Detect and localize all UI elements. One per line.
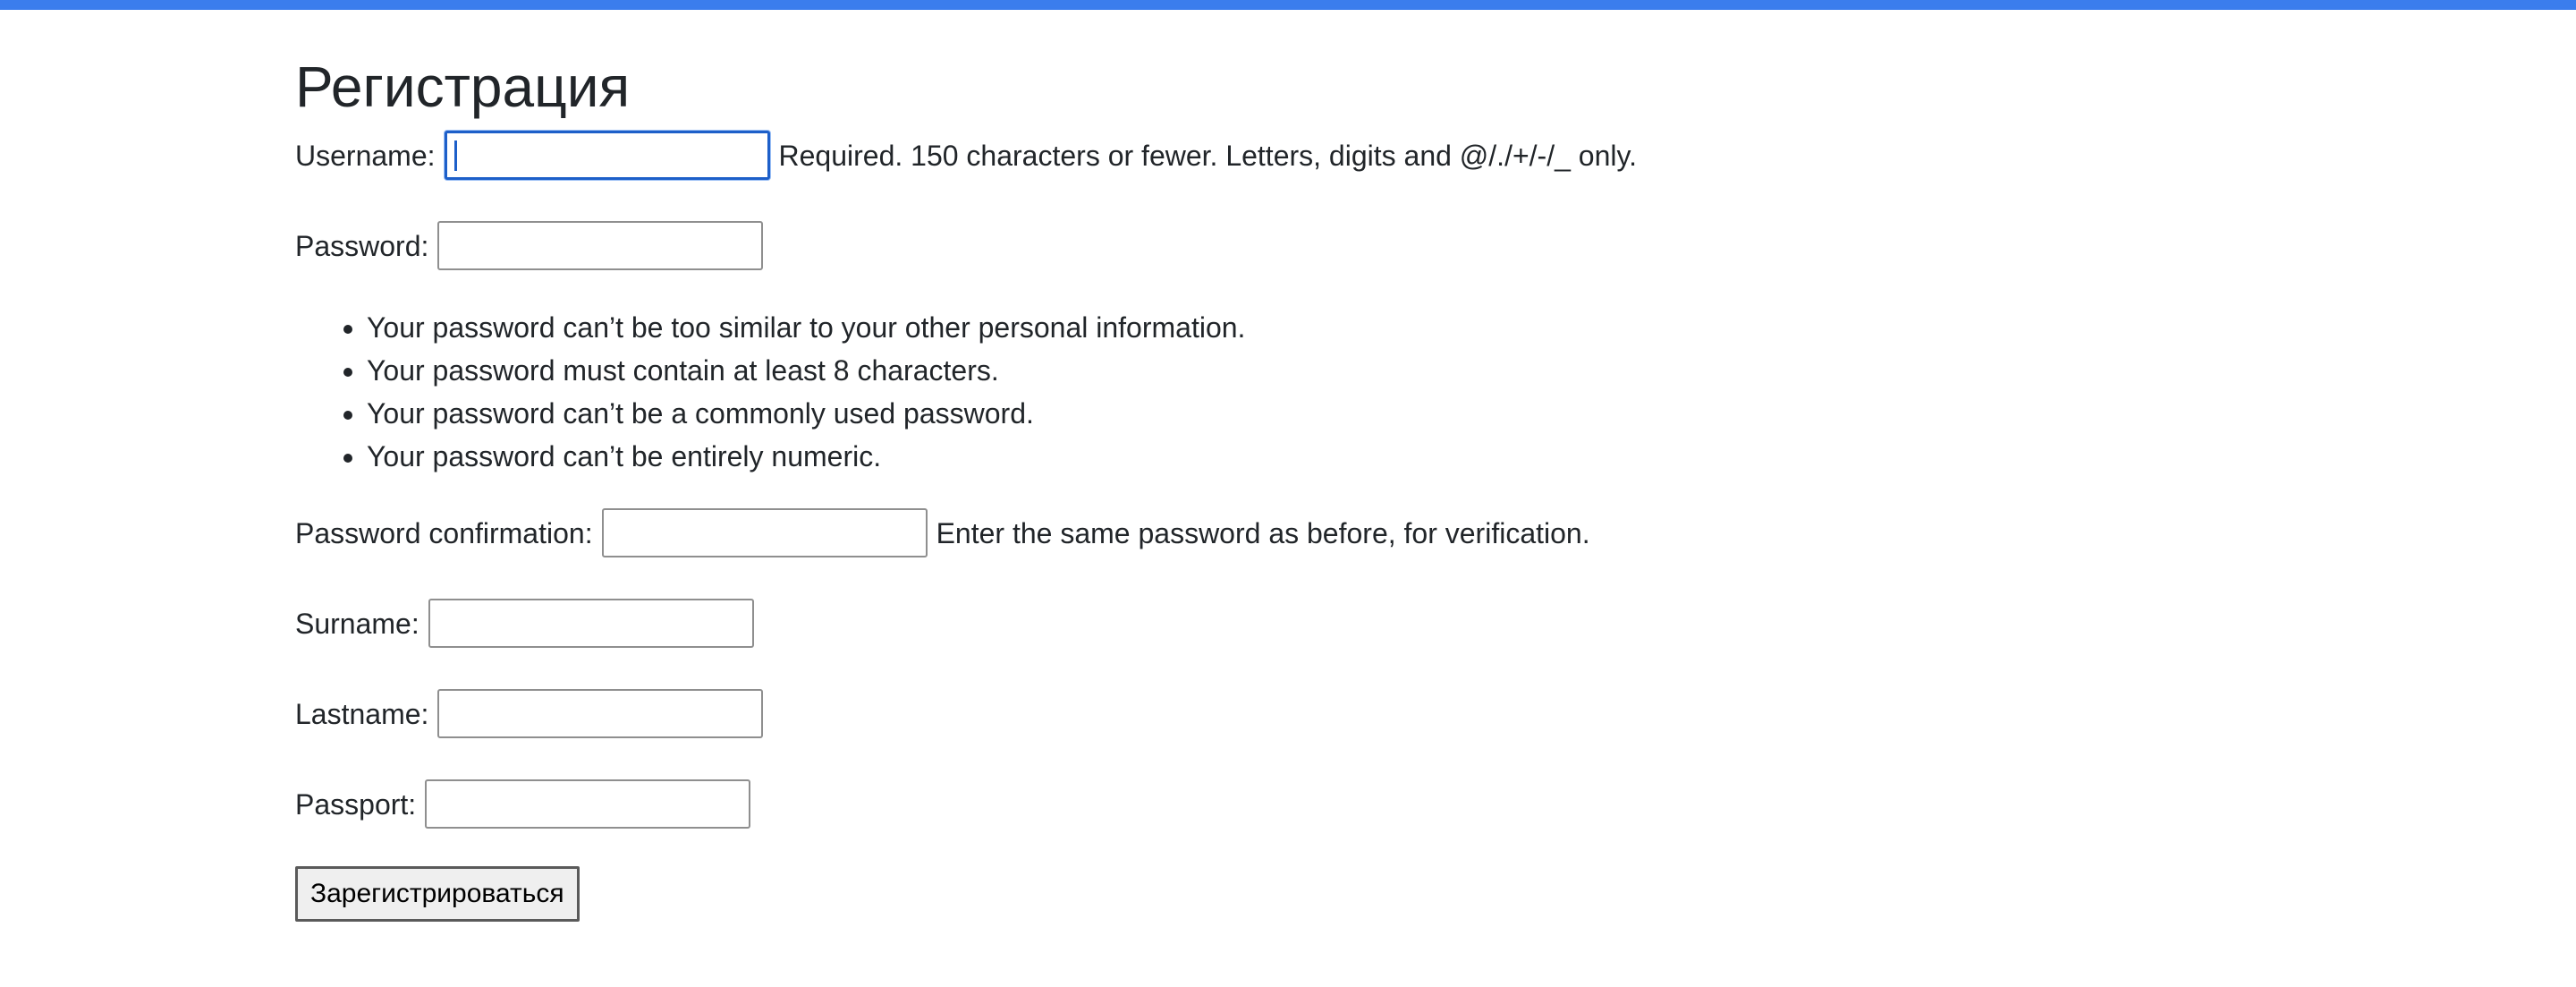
username-help-text: Required. 150 characters or fewer. Lette…: [778, 139, 1637, 172]
lastname-row: Lastname:: [295, 689, 2263, 738]
surname-row: Surname:: [295, 599, 2263, 648]
surname-input[interactable]: [428, 599, 754, 648]
password-rules-list: Your password can’t be too similar to yo…: [295, 306, 2263, 478]
password-rule: Your password can’t be entirely numeric.: [367, 435, 2263, 478]
password-rule: Your password must contain at least 8 ch…: [367, 349, 2263, 392]
password-row: Password:: [295, 221, 2263, 270]
password-label: Password:: [295, 229, 429, 262]
username-label: Username:: [295, 139, 436, 172]
surname-label: Surname:: [295, 607, 419, 640]
password-rule: Your password can’t be too similar to yo…: [367, 306, 2263, 349]
username-row: Username: Required. 150 characters or fe…: [295, 131, 2263, 180]
register-button[interactable]: Зарегистрироваться: [295, 866, 580, 922]
lastname-input[interactable]: [437, 689, 764, 738]
registration-form-container: Регистрация Username: Required. 150 char…: [295, 47, 2263, 922]
text-caret: [453, 140, 457, 171]
password-rule: Your password can’t be a commonly used p…: [367, 392, 2263, 435]
password-confirmation-input[interactable]: [601, 508, 928, 557]
submit-row: Зарегистрироваться: [295, 866, 2263, 922]
lastname-label: Lastname:: [295, 697, 429, 730]
password-confirmation-label: Password confirmation:: [295, 516, 593, 549]
passport-row: Passport:: [295, 779, 2263, 829]
password-confirmation-help-text: Enter the same password as before, for v…: [936, 516, 1590, 549]
passport-label: Passport:: [295, 787, 417, 821]
password-input[interactable]: [437, 221, 764, 270]
password-confirmation-row: Password confirmation: Enter the same pa…: [295, 508, 2263, 557]
passport-input[interactable]: [425, 779, 751, 829]
top-accent-bar: [0, 0, 2576, 10]
page-title: Регистрация: [295, 55, 631, 119]
username-input[interactable]: [444, 131, 770, 180]
